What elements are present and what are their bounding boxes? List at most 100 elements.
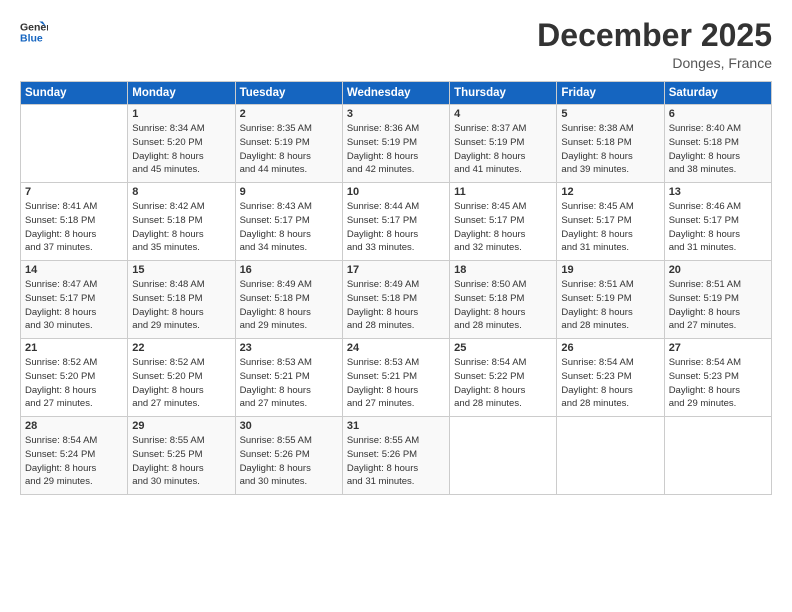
day-number: 26: [561, 342, 659, 354]
calendar-page: General Blue December 2025 Donges, Franc…: [0, 0, 792, 612]
table-row: 29 Sunrise: 8:55 AM Sunset: 5:25 PM Dayli…: [128, 417, 235, 495]
table-row: 15 Sunrise: 8:48 AM Sunset: 5:18 PM Dayli…: [128, 261, 235, 339]
col-sunday: Sunday: [21, 82, 128, 105]
week-row-2: 7 Sunrise: 8:41 AM Sunset: 5:18 PM Daylig…: [21, 183, 772, 261]
week-row-3: 14 Sunrise: 8:47 AM Sunset: 5:17 PM Dayli…: [21, 261, 772, 339]
table-row: 2 Sunrise: 8:35 AM Sunset: 5:19 PM Daylig…: [235, 105, 342, 183]
day-info: Sunrise: 8:47 AM Sunset: 5:17 PM Dayligh…: [25, 278, 123, 333]
table-row: 27 Sunrise: 8:54 AM Sunset: 5:23 PM Dayli…: [664, 339, 771, 417]
table-row: 6 Sunrise: 8:40 AM Sunset: 5:18 PM Daylig…: [664, 105, 771, 183]
col-friday: Friday: [557, 82, 664, 105]
logo-icon: General Blue: [20, 18, 48, 46]
day-number: 4: [454, 108, 552, 120]
location: Donges, France: [537, 55, 772, 71]
day-number: 9: [240, 186, 338, 198]
table-row: 3 Sunrise: 8:36 AM Sunset: 5:19 PM Daylig…: [342, 105, 449, 183]
day-info: Sunrise: 8:34 AM Sunset: 5:20 PM Dayligh…: [132, 122, 230, 177]
day-info: Sunrise: 8:35 AM Sunset: 5:19 PM Dayligh…: [240, 122, 338, 177]
day-info: Sunrise: 8:51 AM Sunset: 5:19 PM Dayligh…: [669, 278, 767, 333]
day-info: Sunrise: 8:36 AM Sunset: 5:19 PM Dayligh…: [347, 122, 445, 177]
table-row: 9 Sunrise: 8:43 AM Sunset: 5:17 PM Daylig…: [235, 183, 342, 261]
table-row: 30Sunrise: 8:55 AM Sunset: 5:26 PM Dayli…: [235, 417, 342, 495]
day-info: Sunrise: 8:55 AM Sunset: 5:26 PM Dayligh…: [240, 434, 338, 489]
day-number: 16: [240, 264, 338, 276]
table-row: 26 Sunrise: 8:54 AM Sunset: 5:23 PM Dayli…: [557, 339, 664, 417]
day-info: Sunrise: 8:54 AM Sunset: 5:23 PM Dayligh…: [561, 356, 659, 411]
day-info: Sunrise: 8:54 AM Sunset: 5:22 PM Dayligh…: [454, 356, 552, 411]
table-row: 12Sunrise: 8:45 AM Sunset: 5:17 PM Dayli…: [557, 183, 664, 261]
day-info: Sunrise: 8:43 AM Sunset: 5:17 PM Dayligh…: [240, 200, 338, 255]
week-row-5: 28 Sunrise: 8:54 AM Sunset: 5:24 PM Dayli…: [21, 417, 772, 495]
table-row: [557, 417, 664, 495]
col-saturday: Saturday: [664, 82, 771, 105]
header-row: Sunday Monday Tuesday Wednesday Thursday…: [21, 82, 772, 105]
day-number: 10: [347, 186, 445, 198]
col-monday: Monday: [128, 82, 235, 105]
table-row: [664, 417, 771, 495]
day-info: Sunrise: 8:45 AM Sunset: 5:17 PM Dayligh…: [561, 200, 659, 255]
day-number: 2: [240, 108, 338, 120]
table-row: [21, 105, 128, 183]
table-row: 22Sunrise: 8:52 AM Sunset: 5:20 PM Dayli…: [128, 339, 235, 417]
day-number: 7: [25, 186, 123, 198]
day-info: Sunrise: 8:37 AM Sunset: 5:19 PM Dayligh…: [454, 122, 552, 177]
col-thursday: Thursday: [450, 82, 557, 105]
table-row: 28 Sunrise: 8:54 AM Sunset: 5:24 PM Dayli…: [21, 417, 128, 495]
title-block: December 2025 Donges, France: [537, 18, 772, 71]
day-info: Sunrise: 8:55 AM Sunset: 5:26 PM Dayligh…: [347, 434, 445, 489]
table-row: 8Sunrise: 8:42 AM Sunset: 5:18 PM Daylig…: [128, 183, 235, 261]
day-info: Sunrise: 8:40 AM Sunset: 5:18 PM Dayligh…: [669, 122, 767, 177]
table-row: 23Sunrise: 8:53 AM Sunset: 5:21 PM Dayli…: [235, 339, 342, 417]
table-row: 4 Sunrise: 8:37 AM Sunset: 5:19 PM Daylig…: [450, 105, 557, 183]
day-info: Sunrise: 8:46 AM Sunset: 5:17 PM Dayligh…: [669, 200, 767, 255]
day-number: 15: [132, 264, 230, 276]
day-info: Sunrise: 8:55 AM Sunset: 5:25 PM Dayligh…: [132, 434, 230, 489]
week-row-4: 21 Sunrise: 8:52 AM Sunset: 5:20 PM Dayli…: [21, 339, 772, 417]
day-info: Sunrise: 8:41 AM Sunset: 5:18 PM Dayligh…: [25, 200, 123, 255]
day-number: 21: [25, 342, 123, 354]
month-title: December 2025: [537, 18, 772, 53]
day-info: Sunrise: 8:44 AM Sunset: 5:17 PM Dayligh…: [347, 200, 445, 255]
day-info: Sunrise: 8:54 AM Sunset: 5:24 PM Dayligh…: [25, 434, 123, 489]
table-row: 24Sunrise: 8:53 AM Sunset: 5:21 PM Dayli…: [342, 339, 449, 417]
calendar-table: Sunday Monday Tuesday Wednesday Thursday…: [20, 81, 772, 495]
table-row: 19 Sunrise: 8:51 AM Sunset: 5:19 PM Dayli…: [557, 261, 664, 339]
table-row: 10 Sunrise: 8:44 AM Sunset: 5:17 PM Dayli…: [342, 183, 449, 261]
day-info: Sunrise: 8:45 AM Sunset: 5:17 PM Dayligh…: [454, 200, 552, 255]
table-row: 13 Sunrise: 8:46 AM Sunset: 5:17 PM Dayli…: [664, 183, 771, 261]
week-row-1: 1 Sunrise: 8:34 AM Sunset: 5:20 PM Daylig…: [21, 105, 772, 183]
table-row: 20Sunrise: 8:51 AM Sunset: 5:19 PM Dayli…: [664, 261, 771, 339]
day-info: Sunrise: 8:54 AM Sunset: 5:23 PM Dayligh…: [669, 356, 767, 411]
day-info: Sunrise: 8:50 AM Sunset: 5:18 PM Dayligh…: [454, 278, 552, 333]
day-number: 11: [454, 186, 552, 198]
table-row: 16Sunrise: 8:49 AM Sunset: 5:18 PM Dayli…: [235, 261, 342, 339]
day-info: Sunrise: 8:38 AM Sunset: 5:18 PM Dayligh…: [561, 122, 659, 177]
col-tuesday: Tuesday: [235, 82, 342, 105]
page-header: General Blue December 2025 Donges, Franc…: [20, 18, 772, 71]
day-number: 29: [132, 420, 230, 432]
day-info: Sunrise: 8:52 AM Sunset: 5:20 PM Dayligh…: [25, 356, 123, 411]
day-number: 13: [669, 186, 767, 198]
day-info: Sunrise: 8:51 AM Sunset: 5:19 PM Dayligh…: [561, 278, 659, 333]
day-number: 25: [454, 342, 552, 354]
day-number: 19: [561, 264, 659, 276]
day-number: 8: [132, 186, 230, 198]
day-number: 17: [347, 264, 445, 276]
day-number: 28: [25, 420, 123, 432]
day-number: 3: [347, 108, 445, 120]
day-info: Sunrise: 8:48 AM Sunset: 5:18 PM Dayligh…: [132, 278, 230, 333]
day-number: 6: [669, 108, 767, 120]
day-number: 14: [25, 264, 123, 276]
table-row: 21 Sunrise: 8:52 AM Sunset: 5:20 PM Dayli…: [21, 339, 128, 417]
svg-text:Blue: Blue: [20, 33, 43, 45]
table-row: 7 Sunrise: 8:41 AM Sunset: 5:18 PM Daylig…: [21, 183, 128, 261]
day-number: 1: [132, 108, 230, 120]
table-row: 14 Sunrise: 8:47 AM Sunset: 5:17 PM Dayli…: [21, 261, 128, 339]
table-row: 5Sunrise: 8:38 AM Sunset: 5:18 PM Daylig…: [557, 105, 664, 183]
day-info: Sunrise: 8:53 AM Sunset: 5:21 PM Dayligh…: [347, 356, 445, 411]
day-number: 31: [347, 420, 445, 432]
table-row: 17Sunrise: 8:49 AM Sunset: 5:18 PM Dayli…: [342, 261, 449, 339]
day-number: 27: [669, 342, 767, 354]
table-row: 1 Sunrise: 8:34 AM Sunset: 5:20 PM Daylig…: [128, 105, 235, 183]
col-wednesday: Wednesday: [342, 82, 449, 105]
